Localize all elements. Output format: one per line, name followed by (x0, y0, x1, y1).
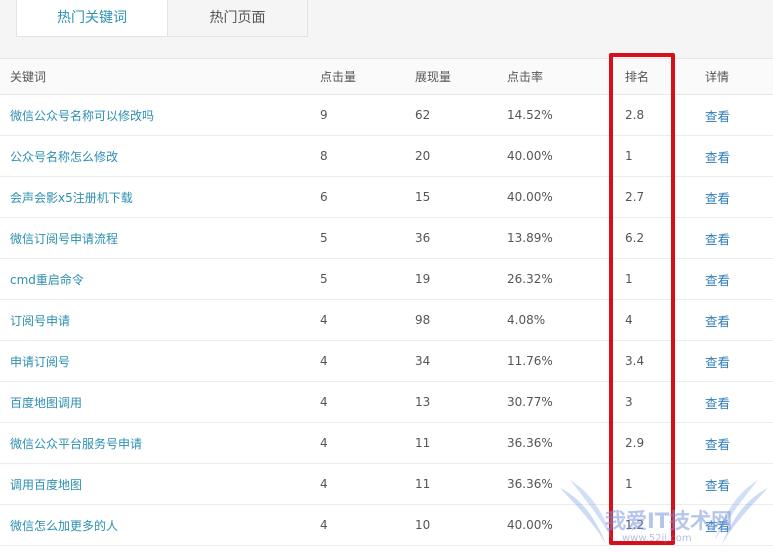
header-ctr: 点击率 (497, 58, 615, 95)
keyword-link[interactable]: cmd重启命令 (0, 258, 310, 300)
impressions-cell: 11 (405, 463, 497, 505)
impressions-cell: 19 (405, 258, 497, 300)
ctr-cell: 40.00% (497, 504, 615, 546)
detail-link[interactable]: 查看 (695, 258, 773, 300)
clicks-cell: 8 (310, 135, 405, 177)
clicks-cell: 5 (310, 258, 405, 300)
ctr-cell: 36.36% (497, 463, 615, 505)
impressions-cell: 34 (405, 340, 497, 382)
tab-hot-pages[interactable]: 热门页面 (168, 0, 308, 37)
impressions-cell: 36 (405, 217, 497, 259)
header-clicks: 点击量 (310, 58, 405, 95)
detail-link[interactable]: 查看 (695, 299, 773, 341)
clicks-cell: 4 (310, 504, 405, 546)
keyword-link[interactable]: 微信订阅号申请流程 (0, 217, 310, 259)
detail-link[interactable]: 查看 (695, 422, 773, 464)
ctr-cell: 13.89% (497, 217, 615, 259)
watermark-text: 我爱IT技术网 (605, 509, 733, 533)
detail-link[interactable]: 查看 (695, 135, 773, 177)
impressions-cell: 62 (405, 94, 497, 136)
ctr-cell: 36.36% (497, 422, 615, 464)
impressions-cell: 15 (405, 176, 497, 218)
impressions-cell: 98 (405, 299, 497, 341)
detail-link[interactable]: 查看 (695, 463, 773, 505)
ctr-cell: 40.00% (497, 176, 615, 218)
detail-link[interactable]: 查看 (695, 381, 773, 423)
header-keyword: 关键词 (0, 58, 310, 95)
impressions-cell: 11 (405, 422, 497, 464)
keyword-link[interactable]: 微信公众号名称可以修改吗 (0, 94, 310, 136)
rank-column-highlight (609, 53, 675, 545)
ctr-cell: 14.52% (497, 94, 615, 136)
keyword-link[interactable]: 微信怎么加更多的人 (0, 504, 310, 546)
tab-bar: 热门关键词 热门页面 (16, 0, 308, 38)
clicks-cell: 4 (310, 299, 405, 341)
header-detail: 详情 (695, 58, 773, 95)
detail-link[interactable]: 查看 (695, 94, 773, 136)
ctr-cell: 30.77% (497, 381, 615, 423)
ctr-cell: 11.76% (497, 340, 615, 382)
keyword-link[interactable]: 订阅号申请 (0, 299, 310, 341)
impressions-cell: 10 (405, 504, 497, 546)
detail-link[interactable]: 查看 (695, 340, 773, 382)
watermark-url: www.52ij.com (622, 533, 692, 544)
keyword-link[interactable]: 微信公众平台服务号申请 (0, 422, 310, 464)
keyword-link[interactable]: 会声会影x5注册机下载 (0, 176, 310, 218)
keyword-link[interactable]: 申请订阅号 (0, 340, 310, 382)
ctr-cell: 40.00% (497, 135, 615, 177)
clicks-cell: 6 (310, 176, 405, 218)
detail-link[interactable]: 查看 (695, 217, 773, 259)
impressions-cell: 13 (405, 381, 497, 423)
keyword-link[interactable]: 百度地图调用 (0, 381, 310, 423)
clicks-cell: 4 (310, 381, 405, 423)
clicks-cell: 4 (310, 463, 405, 505)
ctr-cell: 4.08% (497, 299, 615, 341)
clicks-cell: 4 (310, 422, 405, 464)
top-bar: 热门关键词 热门页面 (0, 0, 773, 58)
detail-link[interactable]: 查看 (695, 176, 773, 218)
impressions-cell: 20 (405, 135, 497, 177)
keyword-link[interactable]: 调用百度地图 (0, 463, 310, 505)
ctr-cell: 26.32% (497, 258, 615, 300)
header-impressions: 展现量 (405, 58, 497, 95)
clicks-cell: 5 (310, 217, 405, 259)
clicks-cell: 9 (310, 94, 405, 136)
keyword-link[interactable]: 公众号名称怎么修改 (0, 135, 310, 177)
clicks-cell: 4 (310, 340, 405, 382)
tab-hot-keywords[interactable]: 热门关键词 (16, 0, 168, 37)
